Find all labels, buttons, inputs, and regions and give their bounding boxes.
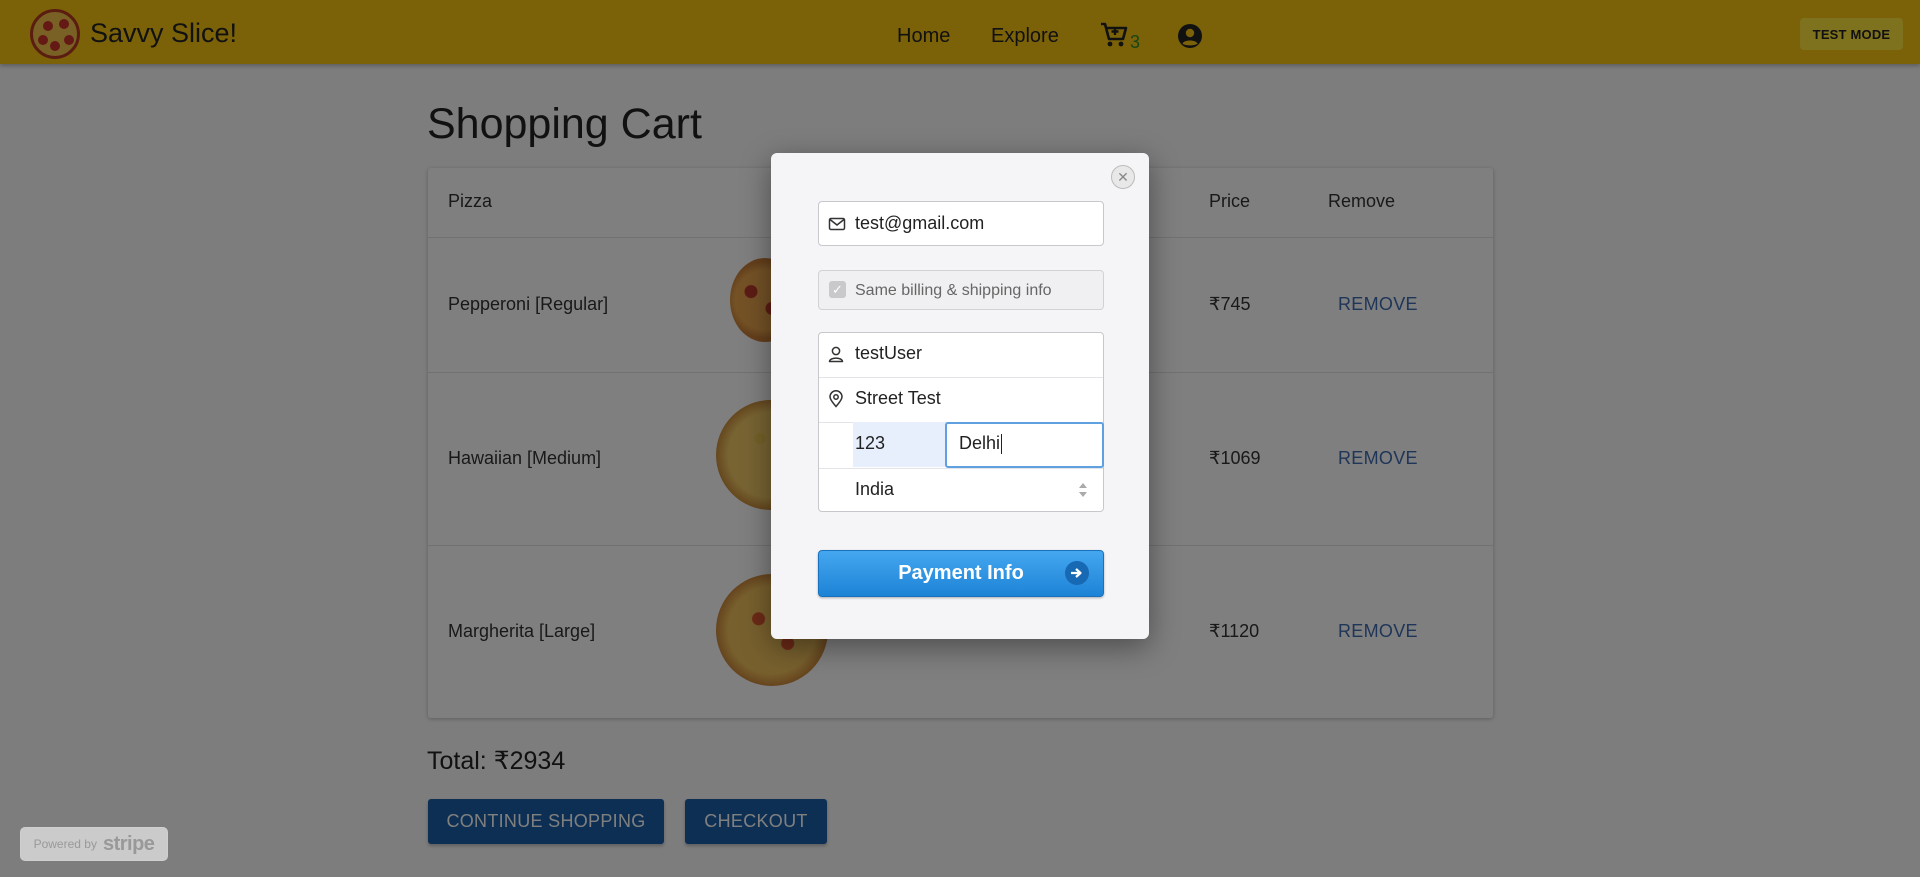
checkmark-icon[interactable]: ✓ (829, 281, 846, 298)
street-input[interactable]: Street Test (855, 388, 941, 409)
city-input[interactable]: Delhi (959, 433, 1003, 455)
powered-by-label: Powered by (33, 837, 97, 851)
stripe-logo: stripe (102, 832, 155, 855)
close-icon[interactable]: ✕ (1111, 165, 1135, 189)
field-divider (819, 377, 1103, 378)
envelope-icon (828, 217, 846, 231)
email-value: test@gmail.com (855, 213, 985, 233)
select-arrows-icon[interactable] (1077, 480, 1089, 500)
field-divider (819, 468, 1103, 469)
powered-by-stripe-badge[interactable]: Powered by stripe (20, 827, 168, 861)
same-billing-label: Same billing & shipping info (855, 282, 1052, 299)
location-pin-icon (829, 390, 843, 408)
arrow-right-icon[interactable] (1065, 561, 1089, 585)
zip-input[interactable]: 123 (855, 433, 885, 454)
country-select[interactable]: India (855, 479, 894, 500)
user-icon (828, 346, 844, 363)
name-input[interactable]: testUser (855, 343, 922, 364)
payment-info-button[interactable]: Payment Info (818, 550, 1104, 597)
